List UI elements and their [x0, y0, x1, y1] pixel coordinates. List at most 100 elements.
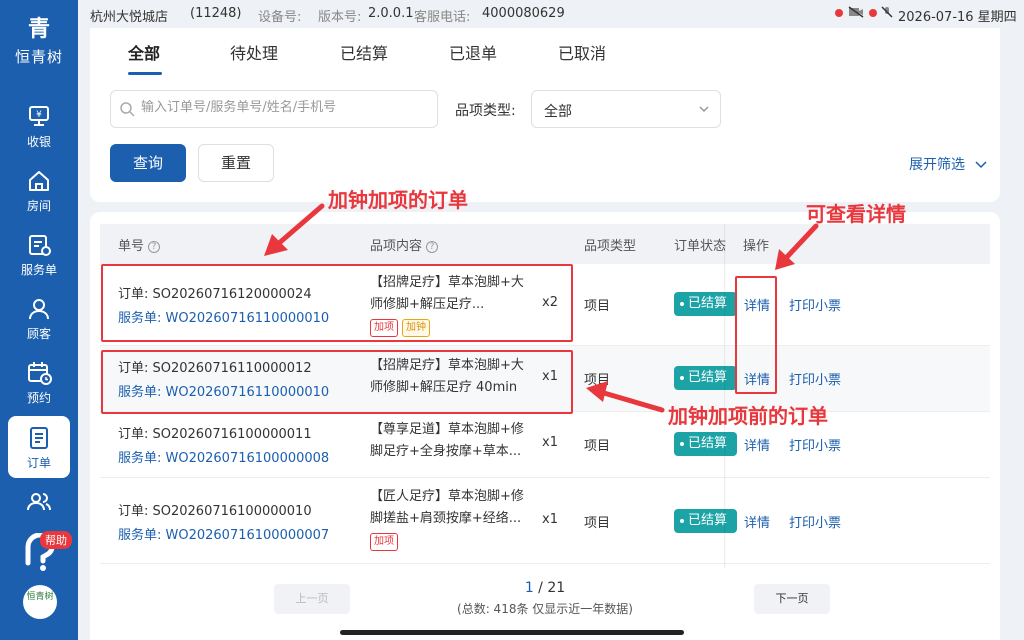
reset-button[interactable]: 重置 — [198, 144, 274, 182]
customer-icon — [29, 299, 49, 320]
record-dot-icon — [868, 9, 877, 17]
annotation-box-after — [101, 264, 573, 342]
sidebar-item-label: 收银 — [26, 135, 51, 149]
tab-settled[interactable]: 已结算 — [340, 40, 388, 64]
sidebar-item-label: 服务单 — [20, 263, 57, 277]
table-row[interactable]: 订单: SO20260716100000010 服务单: WO202607161… — [100, 478, 990, 564]
phone-value: 4000080629 — [482, 6, 565, 21]
total-pages: 21 — [547, 580, 566, 596]
item-content-text: 【匠人足疗】草本泡脚+修脚搓盐+肩颈按摩+经络... — [370, 489, 524, 526]
sidebar-item-label: 预约 — [26, 391, 51, 405]
help-circle-icon[interactable]: ? — [426, 240, 439, 253]
category-select-value: 全部 — [544, 104, 572, 120]
header-order-no-label: 单号 — [118, 239, 145, 254]
category-select[interactable]: 全部 — [531, 90, 721, 128]
item-category: 项目 — [584, 516, 611, 531]
help-badge[interactable]: 帮助 — [40, 531, 72, 549]
status-icons — [834, 6, 894, 21]
item-category: 项目 — [584, 299, 611, 314]
detail-link[interactable]: 详情 — [744, 435, 770, 454]
item-qty: x1 — [542, 512, 558, 527]
next-page-button[interactable]: 下一页 — [754, 584, 830, 614]
sidebar-item-label: 顾客 — [26, 327, 51, 341]
header-content-label: 品项内容 — [370, 239, 423, 254]
search-icon — [120, 102, 135, 117]
brand: 青 恒青树 — [0, 18, 78, 67]
brand-name: 恒青树 — [14, 48, 63, 66]
brand-logo: 青 — [27, 17, 50, 42]
print-receipt-link[interactable]: 打印小票 — [789, 295, 841, 314]
store-code: (11248) — [190, 6, 242, 21]
header-content: 品项内容? — [370, 235, 439, 254]
tag-add-item: 加项 — [370, 533, 398, 551]
query-button[interactable]: 查询 — [110, 144, 186, 182]
detail-link[interactable]: 详情 — [744, 512, 770, 531]
record-dot-icon — [835, 9, 843, 17]
sidebar: 青 恒青树 ¥ 收银 房间 服务单 顾客 预约 订单 帮助 恒青树 — [0, 0, 78, 640]
table-row[interactable]: 订单: SO20260716100000011 服务单: WO202607161… — [100, 412, 990, 478]
search-input[interactable] — [141, 100, 431, 115]
annotation-after-label: 加钟加项的订单 — [328, 188, 468, 212]
bottom-logo-text: 恒青树 — [26, 592, 54, 602]
annotation-detail-label: 可查看详情 — [806, 202, 906, 226]
expand-filter-button[interactable]: 展开筛选 — [909, 154, 987, 174]
page-indicator: 1 / 21 — [90, 580, 1000, 596]
header-order-no: 单号? — [118, 235, 161, 254]
status-badge: 已结算 — [674, 432, 738, 456]
chevron-down-icon — [699, 106, 709, 113]
camera-off-icon — [848, 6, 864, 18]
category-label: 品项类型: — [455, 103, 516, 119]
calendar-icon — [28, 362, 52, 385]
bottom-logo: 恒青树 — [23, 585, 57, 619]
annotation-box-detail — [735, 276, 777, 394]
tab-refunded[interactable]: 已退单 — [449, 40, 497, 64]
tab-all[interactable]: 全部 — [128, 40, 160, 64]
sidebar-item-label: 订单 — [26, 456, 51, 470]
sidebar-item-booking[interactable]: 预约 — [8, 351, 70, 413]
sidebar-item-service-order[interactable]: 服务单 — [8, 223, 70, 285]
order-number: 订单: SO20260716100000010 — [118, 504, 312, 519]
sidebar-item-room[interactable]: 房间 — [8, 159, 70, 221]
item-content: 【匠人足疗】草本泡脚+修脚搓盐+肩颈按摩+经络... 加项 — [370, 486, 530, 552]
header-category: 品项类型 — [584, 239, 637, 254]
header-status: 订单状态 — [674, 239, 727, 254]
mic-off-icon — [881, 6, 894, 18]
filter-card: 全部 待处理 已结算 已退单 已取消 品项类型: 全部 查询 重置 展开筛选 — [90, 28, 1000, 202]
home-indicator[interactable] — [340, 630, 684, 635]
item-content: 【尊享足道】草本泡脚+修脚足疗+全身按摩+草本... — [370, 419, 530, 463]
print-receipt-link[interactable]: 打印小票 — [789, 435, 841, 454]
item-category: 项目 — [584, 373, 611, 388]
status-badge: 已结算 — [674, 509, 738, 533]
sidebar-item-cashier[interactable]: ¥ 收银 — [8, 95, 70, 157]
staff-icon — [27, 493, 51, 511]
device-label: 设备号: — [258, 10, 302, 25]
sidebar-item-staff[interactable] — [8, 480, 70, 516]
print-receipt-link[interactable]: 打印小票 — [789, 512, 841, 531]
table-header: 单号? 品项内容? 品项类型 订单状态 操作 — [100, 224, 990, 264]
tab-pending[interactable]: 待处理 — [230, 40, 278, 64]
service-number[interactable]: 服务单: WO20260716100000007 — [118, 524, 329, 543]
sidebar-item-order[interactable]: 订单 — [8, 416, 70, 478]
phone-label: 客服电话: — [414, 10, 471, 25]
status-bar: 杭州大悦城店 (11248) 设备号: 版本号: 2.0.0.1 客服电话: 4… — [78, 0, 1024, 28]
search-box[interactable] — [110, 90, 438, 128]
tab-cancelled[interactable]: 已取消 — [558, 40, 606, 64]
page-separator: / — [533, 580, 548, 596]
expand-filter-label: 展开筛选 — [909, 157, 965, 173]
tab-active-indicator — [128, 72, 162, 75]
order-number: 订单: SO20260716100000011 — [118, 427, 312, 442]
status-badge: 已结算 — [674, 292, 738, 316]
svg-text:¥: ¥ — [36, 110, 42, 120]
help-circle-icon[interactable]: ? — [148, 240, 161, 253]
current-page: 1 — [524, 580, 534, 596]
chevron-down-icon — [975, 161, 987, 169]
item-qty: x1 — [542, 435, 558, 450]
item-content-text: 【尊享足道】草本泡脚+修脚足疗+全身按摩+草本... — [370, 422, 524, 459]
cashier-icon: ¥ — [29, 106, 49, 126]
service-number[interactable]: 服务单: WO20260716100000008 — [118, 447, 329, 466]
service-order-icon — [29, 235, 51, 256]
annotation-box-before — [101, 350, 573, 414]
sidebar-item-customer[interactable]: 顾客 — [8, 287, 70, 349]
print-receipt-link[interactable]: 打印小票 — [789, 369, 841, 388]
page-summary: (总数: 418条 仅显示近一年数据) — [457, 602, 633, 616]
